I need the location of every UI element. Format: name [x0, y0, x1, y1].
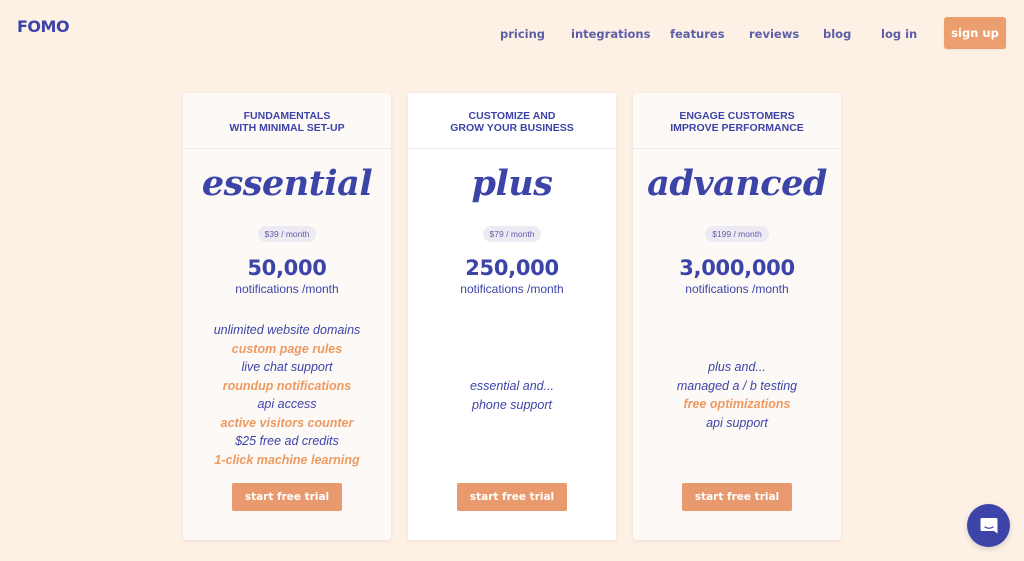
- price-badge: $199 / month: [705, 226, 769, 242]
- start-free-trial-button[interactable]: start free trial: [457, 483, 567, 511]
- feature-item: custom page rules: [231, 341, 343, 356]
- plan-card-essential: FUNDAMENTALS WITH MINIMAL SET-UP essenti…: [183, 93, 391, 540]
- feature-item: unlimited website domains: [213, 323, 361, 337]
- nav-blog[interactable]: blog: [823, 27, 851, 41]
- feature-item: api support: [706, 415, 768, 430]
- plan-name: advanced: [647, 163, 827, 204]
- plan-name: plus: [471, 163, 553, 204]
- feature-item: $25 free ad credits: [235, 434, 339, 448]
- plan-tagline: FUNDAMENTALS WITH MINIMAL SET-UP: [183, 93, 391, 149]
- top-nav: pricing integrations features reviews bl…: [0, 0, 1024, 66]
- nav-reviews[interactable]: reviews: [749, 27, 799, 41]
- price-badge: $39 / month: [257, 226, 317, 242]
- plan-card-advanced: ENGAGE CUSTOMERS IMPROVE PERFORMANCE adv…: [633, 93, 841, 540]
- feature-item: essential and...: [469, 379, 555, 393]
- plan-name: essential: [201, 163, 373, 204]
- feature-item: api access: [257, 397, 317, 411]
- start-free-trial-button[interactable]: start free trial: [682, 483, 792, 511]
- chat-bubble-icon: [980, 517, 997, 533]
- feature-item: phone support: [472, 397, 552, 412]
- notification-count: 3,000,000: [679, 256, 795, 280]
- sign-up-button[interactable]: sign up: [944, 17, 1006, 49]
- feature-item: 1-click machine learning: [214, 452, 360, 467]
- nav-pricing[interactable]: pricing: [500, 27, 545, 41]
- notification-unit: notifications /month: [235, 282, 339, 296]
- plan-card-plus: CUSTOMIZE AND GROW YOUR BUSINESS plus $7…: [408, 93, 616, 540]
- notification-unit: notifications /month: [460, 282, 564, 296]
- feature-list: plus and... managed a / b testing free opt…: [633, 358, 841, 432]
- notification-count: 250,000: [465, 256, 559, 280]
- feature-item: roundup notifications: [222, 378, 352, 393]
- plan-tagline: CUSTOMIZE AND GROW YOUR BUSINESS: [408, 93, 616, 149]
- nav-integrations[interactable]: integrations: [571, 27, 650, 41]
- feature-item: free optimizations: [683, 397, 791, 411]
- feature-list: unlimited website domains custom page rul…: [183, 321, 391, 469]
- notification-count: 50,000: [247, 256, 327, 280]
- plan-tagline: ENGAGE CUSTOMERS IMPROVE PERFORMANCE: [633, 93, 841, 149]
- nav-log-in[interactable]: log in: [881, 27, 917, 41]
- price-badge: $79 / month: [482, 226, 542, 242]
- nav-features[interactable]: features: [670, 27, 725, 41]
- feature-item: live chat support: [241, 360, 333, 374]
- notification-unit: notifications /month: [685, 282, 789, 296]
- feature-item: managed a / b testing: [676, 378, 798, 393]
- feature-list: essential and... phone support: [408, 377, 616, 414]
- feature-item: plus and...: [708, 360, 766, 374]
- chat-launcher-button[interactable]: [967, 504, 1010, 547]
- start-free-trial-button[interactable]: start free trial: [232, 483, 342, 511]
- feature-item: active visitors counter: [220, 415, 354, 430]
